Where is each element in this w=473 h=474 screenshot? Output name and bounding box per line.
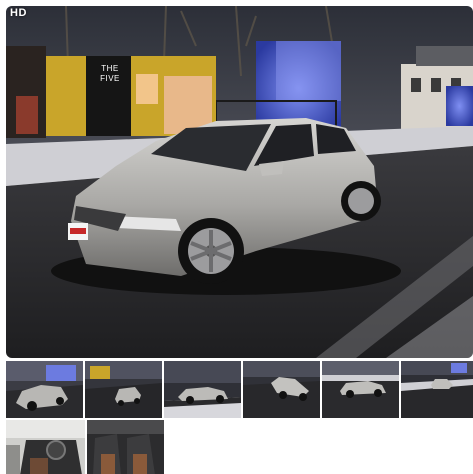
shop-sign-line-1: THE (101, 64, 119, 73)
thumbnail-6[interactable] (401, 361, 473, 418)
thumbnail-image (322, 361, 399, 418)
main-photo-image (6, 6, 473, 358)
thumbnail-image (401, 361, 473, 418)
thumbnail-3[interactable] (164, 361, 241, 418)
thumbnail-image (85, 361, 162, 418)
thumbnail-1[interactable] (6, 361, 83, 418)
main-car-photo[interactable]: THE FIVE (6, 6, 473, 358)
thumbnail-8[interactable] (87, 420, 164, 474)
thumbnail-5[interactable] (322, 361, 399, 418)
shop-sign-line-2: FIVE (100, 74, 120, 83)
hd-badge: HD (10, 7, 27, 19)
thumbnail-image (164, 361, 241, 418)
thumbnail-7[interactable] (6, 420, 85, 474)
thumbnail-image (6, 420, 85, 474)
thumbnail-2[interactable] (85, 361, 162, 418)
thumbnail-image (243, 361, 320, 418)
shop-sign: THE FIVE (92, 64, 128, 84)
photo-gallery: THE FIVE HD (0, 0, 473, 474)
thumbnail-image (87, 420, 164, 474)
thumbnail-image (6, 361, 83, 418)
thumbnail-4[interactable] (243, 361, 320, 418)
